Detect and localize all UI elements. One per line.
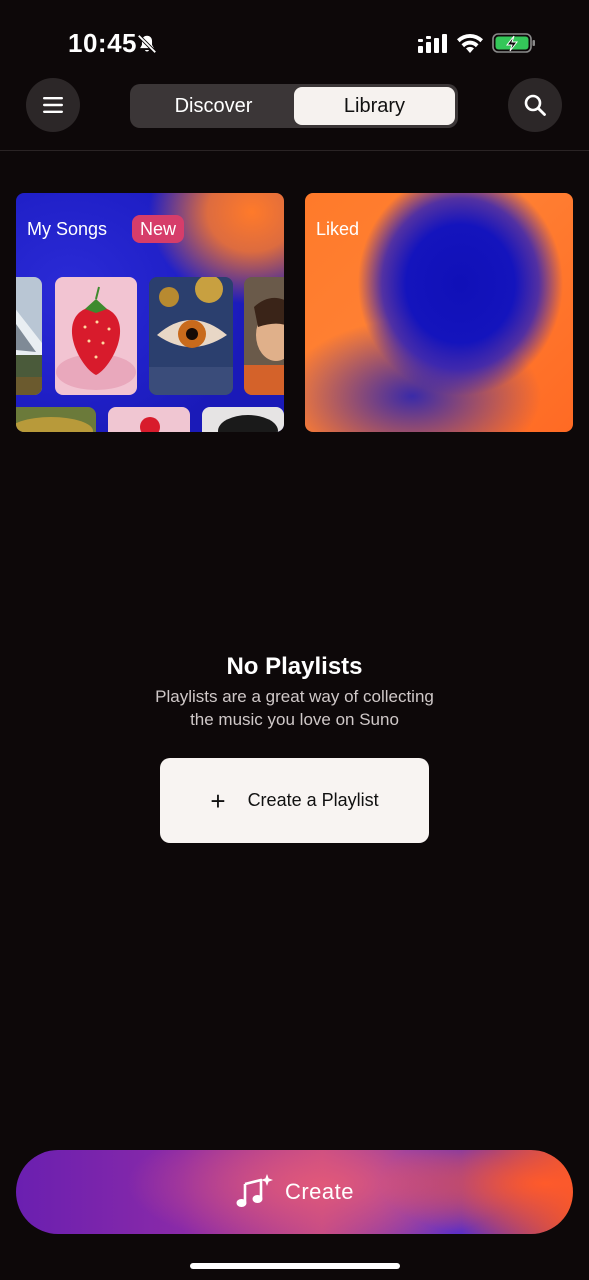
status-bar: 10:45 xyxy=(0,0,589,80)
my-songs-card[interactable]: My Songs New xyxy=(16,193,284,432)
song-artwork-mountain xyxy=(16,277,42,395)
empty-state-text-line2: the music you love on Suno xyxy=(190,710,399,729)
tab-library[interactable]: Library xyxy=(294,87,455,125)
create-label: Create xyxy=(284,1179,355,1204)
liked-title: Liked xyxy=(316,219,360,239)
song-artwork-eye xyxy=(149,277,233,395)
liked-card[interactable]: Liked xyxy=(305,193,573,432)
song-artwork-pink xyxy=(108,407,190,432)
create-button[interactable]: Create xyxy=(16,1150,573,1234)
my-songs-title: My Songs xyxy=(27,219,108,239)
song-artwork-portrait xyxy=(244,277,284,395)
new-badge: New xyxy=(132,215,185,243)
search-icon xyxy=(524,94,546,116)
song-artwork-food xyxy=(16,407,96,432)
header-divider xyxy=(0,150,589,151)
home-indicator[interactable] xyxy=(190,1263,400,1269)
song-artwork-dark xyxy=(202,407,284,432)
discover-library-switch: Discover Library xyxy=(130,84,458,128)
empty-state-title: No Playlists xyxy=(226,653,363,680)
hamburger-menu-icon xyxy=(43,97,63,113)
bell-slash-icon xyxy=(137,34,157,54)
empty-state-text-line1: Playlists are a great way of collecting xyxy=(155,687,434,706)
wifi-icon xyxy=(457,33,483,53)
menu-button[interactable] xyxy=(26,78,80,132)
search-button[interactable] xyxy=(508,78,562,132)
create-playlist-button[interactable]: + Create a Playlist xyxy=(160,758,429,843)
battery-charging-icon xyxy=(492,33,535,53)
library-screen: 10:45 Discover Library My Songs New Like… xyxy=(0,0,589,1280)
tab-discover[interactable]: Discover xyxy=(133,87,294,125)
plus-icon: + xyxy=(210,785,226,816)
create-playlist-label: Create a Playlist xyxy=(247,790,379,810)
cellular-signal-icon xyxy=(418,34,447,53)
status-time: 10:45 xyxy=(68,28,137,58)
song-artwork-strawberry xyxy=(55,277,137,395)
music-sparkle-icon xyxy=(236,1174,273,1207)
